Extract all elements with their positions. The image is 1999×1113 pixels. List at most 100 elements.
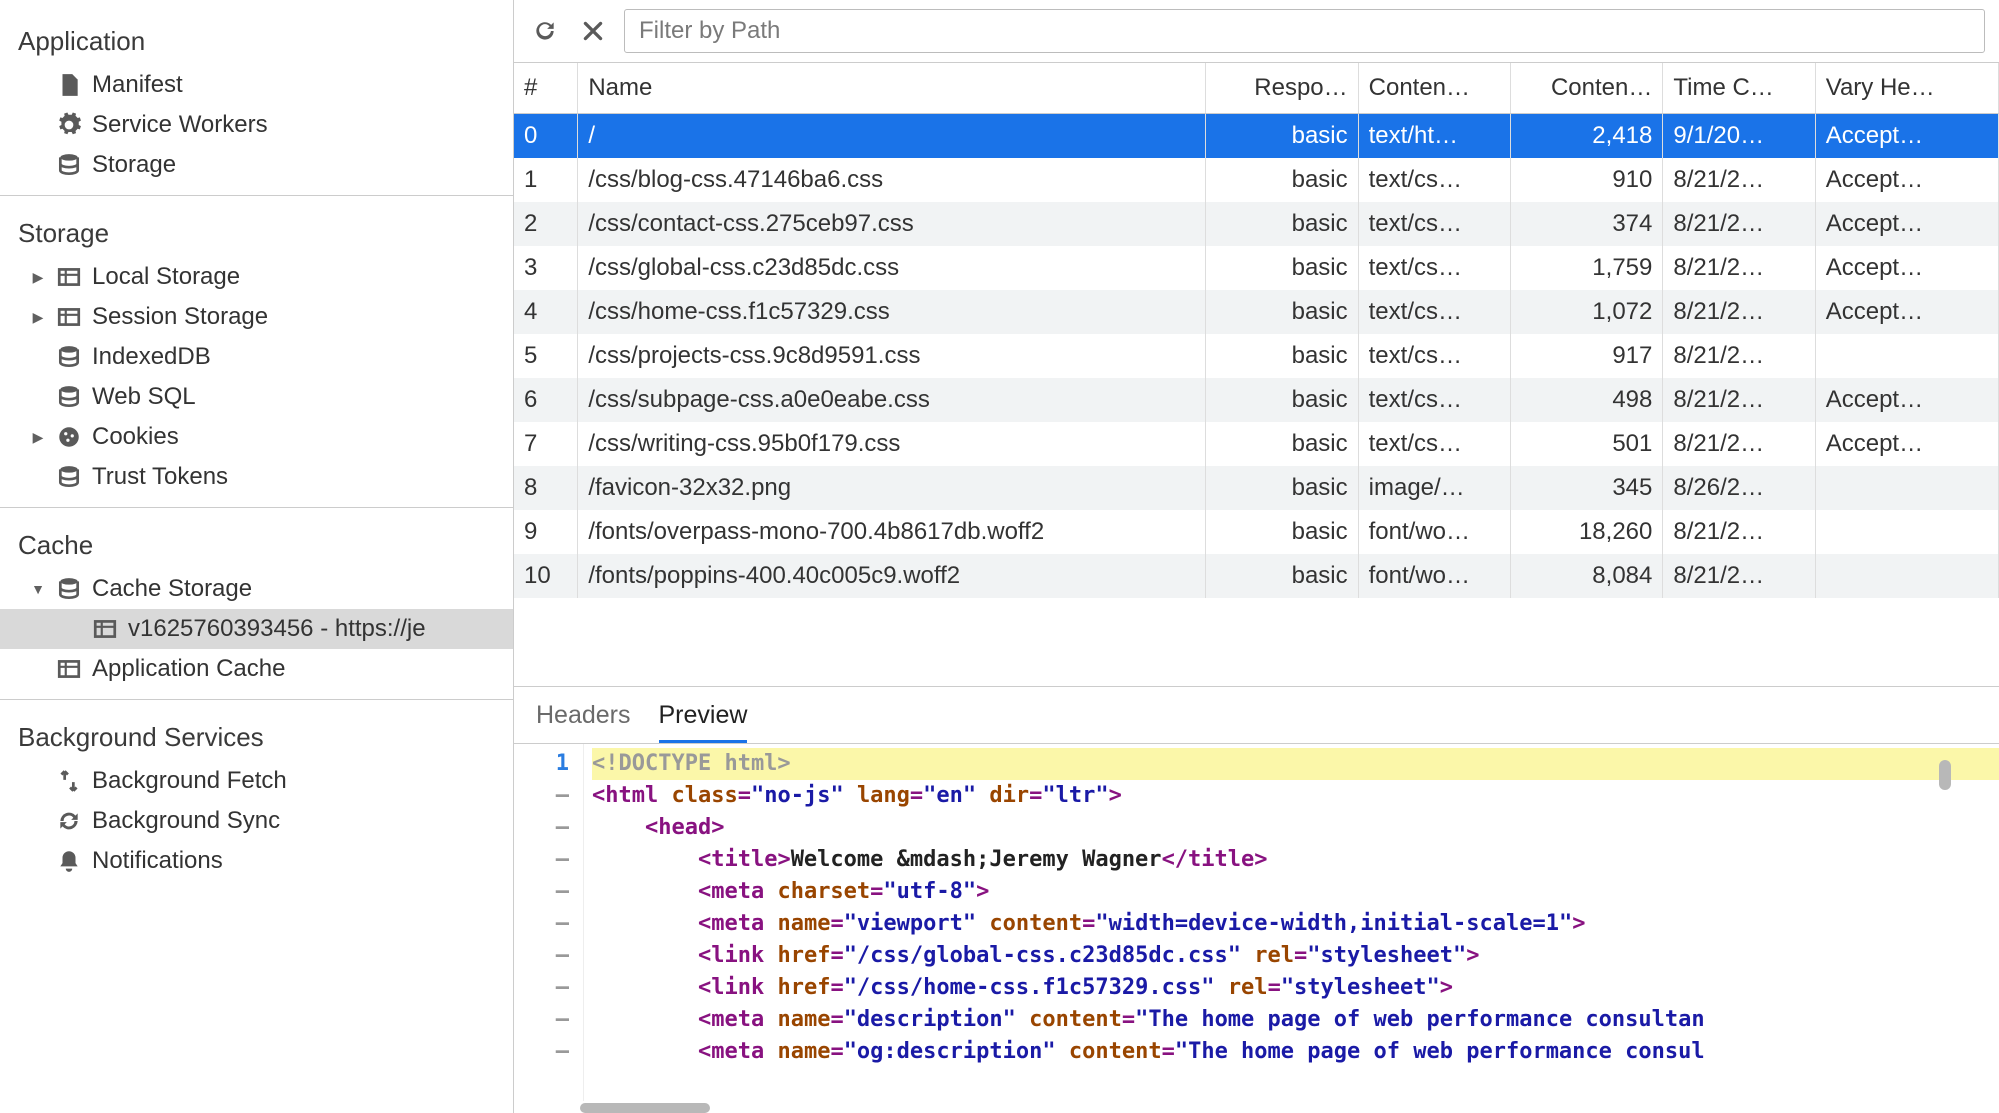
sidebar-item-label: Session Storage <box>92 303 268 331</box>
database-icon <box>56 344 82 370</box>
cell-time: 9/1/20… <box>1663 113 1815 158</box>
filter-path-input[interactable] <box>624 9 1985 53</box>
fetch-icon <box>56 768 82 794</box>
cell-clen: 345 <box>1511 466 1663 510</box>
clear-button[interactable] <box>576 14 610 48</box>
cell-ctype: text/cs… <box>1358 246 1510 290</box>
col-content-type[interactable]: Conten… <box>1358 63 1510 113</box>
cell-vary <box>1815 334 1998 378</box>
sidebar-item-session-storage[interactable]: ▶ Session Storage <box>0 297 513 337</box>
cell-time: 8/21/2… <box>1663 334 1815 378</box>
table-row[interactable]: 3/css/global-css.c23d85dc.cssbasictext/c… <box>514 246 1999 290</box>
sidebar-item-cache-storage[interactable]: ▼ Cache Storage <box>0 569 513 609</box>
horizontal-scrollbar[interactable] <box>514 1103 1999 1113</box>
sidebar-item-cache-entry[interactable]: v1625760393456 - https://je <box>0 609 513 649</box>
sidebar-item-trust-tokens[interactable]: Trust Tokens <box>0 457 513 497</box>
cookie-icon <box>56 424 82 450</box>
divider <box>0 507 513 508</box>
vertical-scrollbar-thumb[interactable] <box>1939 760 1951 790</box>
col-response-type[interactable]: Respo… <box>1206 63 1358 113</box>
cell-clen: 498 <box>1511 378 1663 422</box>
sidebar-item-cookies[interactable]: ▶ Cookies <box>0 417 513 457</box>
sync-icon <box>56 808 82 834</box>
cell-vary: Accept… <box>1815 378 1998 422</box>
sidebar-item-service-workers[interactable]: Service Workers <box>0 105 513 145</box>
col-time-cached[interactable]: Time C… <box>1663 63 1815 113</box>
cell-clen: 8,084 <box>1511 554 1663 598</box>
code-preview[interactable]: 1––––––––– <!DOCTYPE html><html class="n… <box>514 743 1999 1101</box>
detail-pane: Headers Preview 1––––––––– <!DOCTYPE htm… <box>514 686 1999 1113</box>
cell-time: 8/21/2… <box>1663 378 1815 422</box>
cell-time: 8/26/2… <box>1663 466 1815 510</box>
cell-resp: basic <box>1206 202 1358 246</box>
cell-clen: 374 <box>1511 202 1663 246</box>
col-content-length[interactable]: Conten… <box>1511 63 1663 113</box>
col-name[interactable]: Name <box>578 63 1206 113</box>
cell-vary <box>1815 466 1998 510</box>
sidebar-item-notifications[interactable]: Notifications <box>0 841 513 881</box>
sidebar-item-label: Background Sync <box>92 807 280 835</box>
table-row[interactable]: 2/css/contact-css.275ceb97.cssbasictext/… <box>514 202 1999 246</box>
cell-clen: 2,418 <box>1511 113 1663 158</box>
table-icon <box>56 304 82 330</box>
cell-ctype: text/ht… <box>1358 113 1510 158</box>
cell-clen: 917 <box>1511 334 1663 378</box>
chevron-right-icon[interactable]: ▶ <box>30 309 46 326</box>
cell-ctype: text/cs… <box>1358 290 1510 334</box>
chevron-right-icon[interactable]: ▶ <box>30 429 46 446</box>
cell-vary: Accept… <box>1815 290 1998 334</box>
divider <box>0 699 513 700</box>
cell-resp: basic <box>1206 158 1358 202</box>
table-row[interactable]: 6/css/subpage-css.a0e0eabe.cssbasictext/… <box>514 378 1999 422</box>
cell-vary: Accept… <box>1815 158 1998 202</box>
chevron-down-icon[interactable]: ▼ <box>30 581 46 597</box>
table-row[interactable]: 7/css/writing-css.95b0f179.cssbasictext/… <box>514 422 1999 466</box>
sidebar-item-storage-overview[interactable]: Storage <box>0 145 513 185</box>
sidebar-item-websql[interactable]: Web SQL <box>0 377 513 417</box>
table-row[interactable]: 0/basictext/ht…2,4189/1/20…Accept… <box>514 113 1999 158</box>
col-index[interactable]: # <box>514 63 578 113</box>
code-content[interactable]: <!DOCTYPE html><html class="no-js" lang=… <box>584 744 1999 1101</box>
cell-idx: 5 <box>514 334 578 378</box>
database-icon <box>56 464 82 490</box>
tab-headers[interactable]: Headers <box>536 701 631 743</box>
sidebar-item-manifest[interactable]: Manifest <box>0 65 513 105</box>
cell-vary <box>1815 554 1998 598</box>
sidebar-item-local-storage[interactable]: ▶ Local Storage <box>0 257 513 297</box>
cell-ctype: text/cs… <box>1358 202 1510 246</box>
table-row[interactable]: 8/favicon-32x32.pngbasicimage/…3458/26/2… <box>514 466 1999 510</box>
section-storage-title: Storage <box>0 206 513 257</box>
database-icon <box>56 152 82 178</box>
code-gutter[interactable]: 1––––––––– <box>514 744 584 1101</box>
cell-vary <box>1815 510 1998 554</box>
cell-time: 8/21/2… <box>1663 554 1815 598</box>
sidebar-item-indexeddb[interactable]: IndexedDB <box>0 337 513 377</box>
col-vary-header[interactable]: Vary He… <box>1815 63 1998 113</box>
cell-time: 8/21/2… <box>1663 158 1815 202</box>
sidebar-item-bg-fetch[interactable]: Background Fetch <box>0 761 513 801</box>
table-row[interactable]: 10/fonts/poppins-400.40c005c9.woff2basic… <box>514 554 1999 598</box>
table-icon <box>56 264 82 290</box>
cell-time: 8/21/2… <box>1663 290 1815 334</box>
table-row[interactable]: 9/fonts/overpass-mono-700.4b8617db.woff2… <box>514 510 1999 554</box>
refresh-button[interactable] <box>528 14 562 48</box>
chevron-right-icon[interactable]: ▶ <box>30 269 46 286</box>
sidebar-item-label: Storage <box>92 151 176 179</box>
cell-resp: basic <box>1206 378 1358 422</box>
cell-clen: 501 <box>1511 422 1663 466</box>
main-content: # Name Respo… Conten… Conten… Time C… Va… <box>514 0 1999 1113</box>
cell-time: 8/21/2… <box>1663 510 1815 554</box>
cell-resp: basic <box>1206 113 1358 158</box>
table-header-row: # Name Respo… Conten… Conten… Time C… Va… <box>514 63 1999 113</box>
cell-idx: 3 <box>514 246 578 290</box>
scrollbar-thumb[interactable] <box>580 1103 710 1113</box>
sidebar-item-application-cache[interactable]: Application Cache <box>0 649 513 689</box>
table-row[interactable]: 1/css/blog-css.47146ba6.cssbasictext/cs…… <box>514 158 1999 202</box>
cell-vary: Accept… <box>1815 246 1998 290</box>
table-row[interactable]: 4/css/home-css.f1c57329.cssbasictext/cs…… <box>514 290 1999 334</box>
tab-preview[interactable]: Preview <box>659 701 748 743</box>
table-row[interactable]: 5/css/projects-css.9c8d9591.cssbasictext… <box>514 334 1999 378</box>
bell-icon <box>56 848 82 874</box>
cell-ctype: text/cs… <box>1358 422 1510 466</box>
sidebar-item-bg-sync[interactable]: Background Sync <box>0 801 513 841</box>
